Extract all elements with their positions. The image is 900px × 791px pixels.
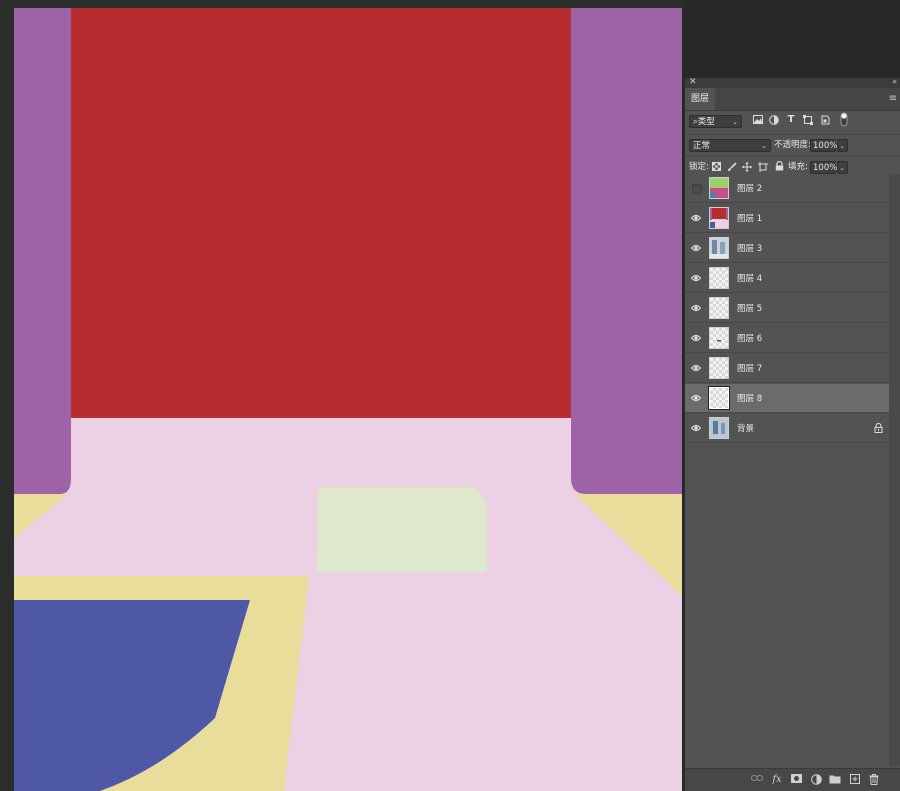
layer-row[interactable]: 图层 7: [685, 354, 889, 383]
layer-row[interactable]: 图层 3: [685, 234, 889, 263]
panel-menu-icon[interactable]: ≡: [889, 93, 897, 104]
purple-right-wall: [571, 8, 682, 494]
chevron-down-icon: ⌄: [732, 118, 738, 126]
fill-dropdown-button[interactable]: ⌄: [837, 161, 848, 174]
opacity-input[interactable]: 100%: [810, 139, 838, 152]
add-mask-icon[interactable]: [790, 774, 802, 786]
layer-thumbnail: [709, 327, 729, 349]
blend-mode-value: 正常: [693, 141, 711, 151]
filter-smart-object-icon[interactable]: [819, 115, 831, 129]
layers-panel: ✕ « 图层 ≡ ⌕类型 ⌄ T 正常 ⌄ 不透明度: 100% ⌄ 锁定: 填…: [684, 77, 900, 791]
layer-row[interactable]: 图层 4: [685, 264, 889, 293]
eye-icon[interactable]: [691, 243, 701, 253]
opacity-label: 不透明度:: [774, 140, 811, 150]
opacity-dropdown-button[interactable]: ⌄: [837, 139, 848, 152]
chevron-down-icon: ⌄: [761, 142, 767, 150]
canvas-top-edge: [0, 0, 684, 8]
blend-mode-dropdown[interactable]: 正常 ⌄: [689, 139, 771, 152]
new-group-icon[interactable]: [829, 774, 841, 786]
collapse-panel-icon[interactable]: «: [892, 77, 897, 86]
eye-icon[interactable]: [691, 213, 701, 223]
layer-row[interactable]: 图层 1: [685, 204, 889, 233]
layers-scrollbar[interactable]: [889, 174, 900, 766]
red-block: [71, 8, 571, 418]
close-panel-icon[interactable]: ✕: [689, 77, 697, 87]
canvas-left-edge: [0, 0, 14, 791]
panel-bottom-toolbar: fx: [685, 768, 900, 791]
panel-tab-row: 图层 ≡: [685, 88, 900, 111]
fill-input[interactable]: 100%: [810, 161, 838, 174]
eye-icon[interactable]: [691, 333, 701, 343]
layer-name: 图层 8: [737, 394, 763, 404]
filter-adjustment-icon[interactable]: [768, 115, 780, 129]
eye-icon[interactable]: [691, 393, 701, 403]
purple-left-wall: [14, 8, 71, 494]
panel-top-bar: ✕ «: [685, 77, 900, 88]
layer-row[interactable]: 图层 5: [685, 294, 889, 323]
opacity-value: 100%: [813, 141, 838, 151]
visibility-off-box[interactable]: [692, 184, 702, 194]
layer-row[interactable]: 背景: [685, 414, 889, 443]
filter-shape-icon[interactable]: [802, 115, 814, 129]
layer-thumbnail: [708, 386, 730, 410]
layer-thumbnail: [709, 267, 729, 289]
eye-icon[interactable]: [691, 273, 701, 283]
green-block: [317, 487, 487, 572]
layer-name: 图层 1: [737, 214, 763, 224]
lock-icon: [874, 423, 883, 433]
eye-icon[interactable]: [691, 303, 701, 313]
tab-layers[interactable]: 图层: [685, 88, 716, 110]
layer-name: 图层 5: [737, 304, 763, 314]
layer-name: 图层 6: [737, 334, 763, 344]
layer-name: 图层 7: [737, 364, 763, 374]
filter-toggle-icon[interactable]: [839, 112, 849, 131]
filter-pixel-icon[interactable]: [752, 115, 764, 128]
chevron-down-icon: ⌄: [839, 142, 845, 150]
eye-icon[interactable]: [691, 423, 701, 433]
blend-mode-row: 正常 ⌄ 不透明度: 100% ⌄: [685, 134, 900, 155]
layer-thumbnail: [709, 177, 729, 199]
filter-kind-dropdown[interactable]: ⌕类型 ⌄: [689, 115, 742, 128]
eye-icon[interactable]: [691, 363, 701, 373]
layer-thumbnail: [709, 357, 729, 379]
layer-thumbnail: [709, 207, 729, 229]
filter-type-icon[interactable]: T: [785, 114, 797, 126]
layer-name: 图层 2: [737, 184, 763, 194]
layer-thumbnail: [709, 237, 729, 259]
link-layers-icon[interactable]: [751, 774, 763, 786]
lock-all-icon[interactable]: [774, 160, 784, 175]
layer-name: 图层 4: [737, 274, 763, 284]
layer-row[interactable]: 图层 2: [685, 174, 889, 203]
new-layer-icon[interactable]: [849, 774, 861, 786]
layer-filter-row: ⌕类型 ⌄ T: [685, 112, 900, 130]
layer-row[interactable]: 图层 6: [685, 324, 889, 353]
filter-kind-label: 类型: [697, 117, 715, 127]
layer-thumbnail: [709, 417, 729, 439]
fx-icon[interactable]: fx: [771, 774, 783, 786]
layer-row-selected[interactable]: 图层 8: [685, 384, 889, 413]
lock-label: 锁定:: [689, 162, 709, 172]
fill-label: 填充:: [788, 162, 808, 172]
layer-thumbnail: [709, 297, 729, 319]
layer-name: 背景: [737, 424, 755, 434]
delete-layer-icon[interactable]: [868, 774, 880, 786]
fill-value: 100%: [813, 163, 838, 173]
adjustment-layer-icon[interactable]: [810, 774, 822, 786]
layer-name: 图层 3: [737, 244, 763, 254]
